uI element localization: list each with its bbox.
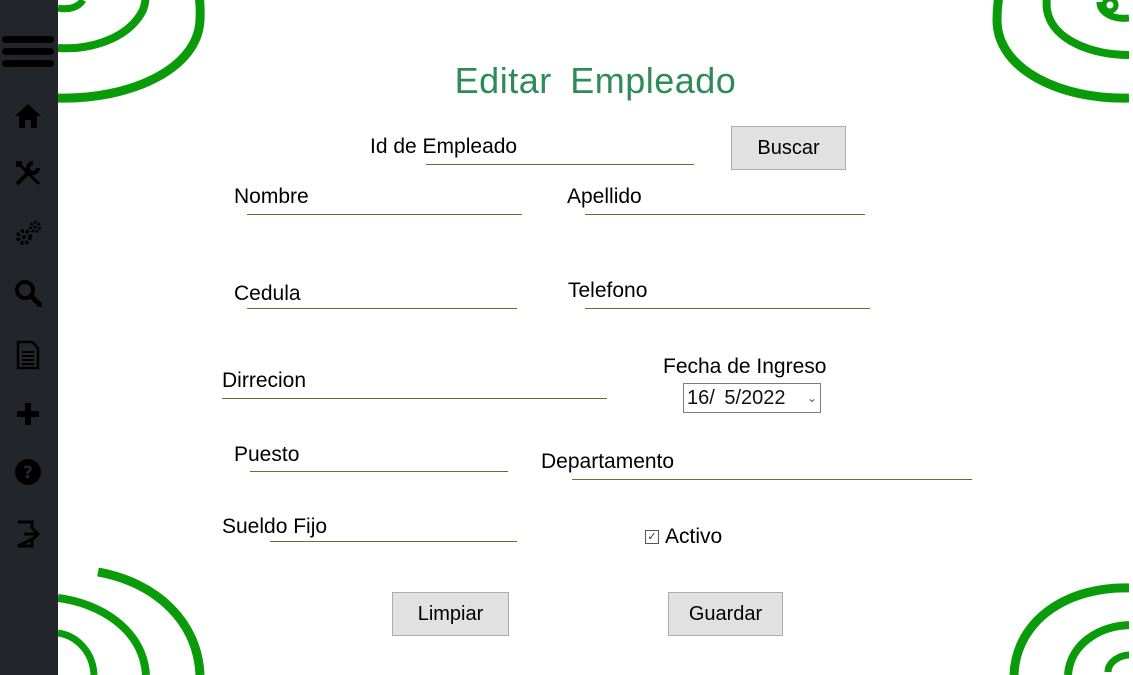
activo-label: Activo [665, 525, 723, 548]
apellido-input[interactable] [585, 188, 865, 214]
sueldo-fijo-input[interactable] [270, 515, 517, 541]
clear-button[interactable]: Limpiar [392, 592, 509, 636]
cedula-input[interactable] [247, 283, 517, 309]
search-icon[interactable] [12, 277, 44, 309]
nombre-underline [247, 214, 522, 215]
fecha-ingreso-datepicker[interactable]: 16/ 5/2022 ⌄ [683, 383, 821, 413]
telefono-underline [585, 308, 870, 309]
help-icon[interactable]: ? [12, 456, 44, 488]
employee-id-input[interactable] [426, 138, 694, 164]
activo-checkbox[interactable]: ✓ [645, 530, 659, 544]
search-button[interactable]: Buscar [731, 126, 846, 170]
save-button[interactable]: Guardar [668, 592, 783, 636]
corner-swirl-bottom-right [1009, 583, 1133, 675]
page-title: Editar Empleado [454, 60, 737, 101]
departamento-input[interactable] [572, 453, 972, 479]
document-icon[interactable] [12, 339, 44, 371]
employee-id-underline [426, 164, 694, 165]
direccion-underline [222, 398, 607, 399]
svg-text:?: ? [23, 463, 33, 483]
sueldo-fijo-underline [270, 541, 517, 542]
gears-icon[interactable] [12, 217, 44, 249]
plus-icon[interactable] [12, 398, 44, 430]
cedula-underline [247, 308, 517, 309]
logout-icon[interactable] [12, 518, 44, 550]
home-icon[interactable] [12, 100, 44, 132]
corner-swirl-bottom-left [58, 568, 205, 675]
direccion-input[interactable] [222, 372, 607, 398]
nombre-input[interactable] [247, 188, 522, 214]
telefono-input[interactable] [585, 282, 870, 308]
fecha-ingreso-value: 16/ 5/2022 [687, 386, 786, 409]
departamento-underline [572, 479, 972, 480]
chevron-down-icon[interactable]: ⌄ [804, 391, 820, 405]
puesto-underline [250, 471, 508, 472]
tools-icon[interactable] [12, 157, 44, 189]
puesto-input[interactable] [250, 446, 508, 472]
apellido-underline [585, 214, 865, 215]
window-edge [1129, 0, 1133, 675]
fecha-ingreso-label: Fecha de Ingreso [663, 355, 827, 378]
